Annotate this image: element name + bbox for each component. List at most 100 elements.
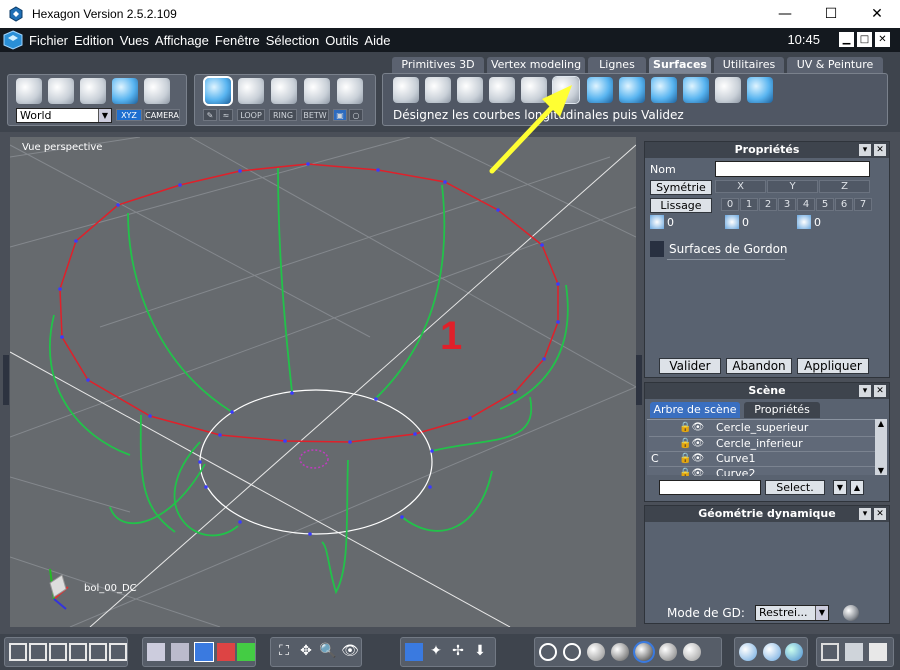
lissage-6[interactable]: 6 <box>835 198 853 211</box>
layout-quad-icon[interactable] <box>109 643 127 661</box>
scroll-down-icon[interactable]: ▼ <box>875 466 887 475</box>
xyz-toggle-button[interactable]: XYZ <box>116 109 142 121</box>
app-close-button[interactable]: ✕ <box>875 32 890 47</box>
panel-collapse-button[interactable]: ▾ <box>859 508 871 520</box>
abandon-button[interactable]: Abandon <box>726 358 792 374</box>
pan-icon[interactable]: ✥ <box>297 643 315 661</box>
rect-select-icon[interactable]: ▣ <box>333 109 347 121</box>
grid-color-icon[interactable] <box>194 642 214 662</box>
gd-status-icon[interactable] <box>843 605 859 621</box>
select-button[interactable]: Select. <box>765 480 825 495</box>
longitudinal-curves[interactable] <box>49 167 569 595</box>
solid-display-icon[interactable] <box>845 643 863 661</box>
coordinate-system-select[interactable]: World ▼ <box>16 108 112 123</box>
flat-shading-icon[interactable] <box>611 643 629 661</box>
view-eye-icon[interactable]: 👁 <box>341 643 359 661</box>
smooth-tool-icon[interactable] <box>747 77 773 103</box>
panel-close-button[interactable]: ✕ <box>874 144 886 156</box>
tab-arbre-de-scene[interactable]: Arbre de scène <box>650 402 740 418</box>
lock-eye-icon[interactable]: 🔒👁 <box>679 453 704 464</box>
window-maximize-button[interactable]: ☐ <box>808 0 854 28</box>
auto-select-icon[interactable] <box>337 78 363 104</box>
window-close-button[interactable]: ✕ <box>854 0 900 28</box>
symetrie-x-cell[interactable]: X <box>715 180 766 193</box>
smooth-shading-icon[interactable] <box>587 643 605 661</box>
tab-vertex-modeling[interactable]: Vertex modeling <box>487 57 585 73</box>
select-next-icon[interactable]: ▼ <box>833 480 847 495</box>
grid-green-icon[interactable] <box>237 643 255 661</box>
valider-button[interactable]: Valider <box>659 358 721 374</box>
nom-input[interactable] <box>715 161 870 177</box>
ring-select-button[interactable]: RING <box>269 109 297 121</box>
viewport-canvas[interactable]: 1 <box>10 137 636 627</box>
list-item[interactable]: 🔒👁 Cercle_inferieur <box>649 436 877 451</box>
app-minimize-button[interactable]: ▁ <box>839 32 854 47</box>
panel-collapse-button[interactable]: ▾ <box>859 385 871 397</box>
tab-uv-peinture[interactable]: UV & Peinture <box>787 57 883 73</box>
paint-select-icon[interactable]: ✎ <box>203 109 217 121</box>
soft-selection-icon[interactable] <box>144 78 170 104</box>
wireframe-shading-icon[interactable] <box>539 643 557 661</box>
menu-outils[interactable]: Outils <box>325 33 358 48</box>
loop-select-button[interactable]: LOOP <box>237 109 265 121</box>
lissage-button[interactable]: Lissage <box>650 198 712 213</box>
window-minimize-button[interactable]: — <box>762 0 808 28</box>
textured-shading-icon[interactable] <box>633 641 655 663</box>
menu-affichage[interactable]: Affichage <box>155 33 209 48</box>
down-arrow-icon[interactable]: ⬇ <box>471 643 489 661</box>
move-tool-icon[interactable] <box>16 78 42 104</box>
layout-split-icon[interactable] <box>29 643 47 661</box>
face-select-icon[interactable] <box>238 78 264 104</box>
stack-tool-icon[interactable] <box>683 77 709 103</box>
menu-selection[interactable]: Sélection <box>266 33 319 48</box>
app-restore-button[interactable]: □ <box>857 32 872 47</box>
tab-utilitaires[interactable]: Utilitaires <box>714 57 784 73</box>
material-icon[interactable] <box>739 643 757 661</box>
scene-scrollbar[interactable]: ▲ ▼ <box>875 419 887 475</box>
perspective-viewport[interactable]: 1 Vue perspective bol_00_DC <box>10 137 636 627</box>
lock-eye-icon[interactable]: 🔒👁 <box>679 422 704 433</box>
object-select-icon[interactable] <box>203 76 233 106</box>
scale-tool-icon[interactable] <box>80 78 106 104</box>
lissage-3[interactable]: 3 <box>778 198 796 211</box>
hidden-line-shading-icon[interactable] <box>563 643 581 661</box>
symetrie-button[interactable]: Symétrie <box>650 180 712 195</box>
rotate-tool-icon[interactable] <box>48 78 74 104</box>
camera-toggle-button[interactable]: CAMERA <box>144 109 180 121</box>
environment-icon[interactable] <box>785 643 803 661</box>
layout-single-icon[interactable] <box>9 643 27 661</box>
lock-eye-icon[interactable]: 🔒👁 <box>679 438 704 449</box>
edge-select-icon[interactable] <box>271 78 297 104</box>
panel-collapse-button[interactable]: ▾ <box>859 144 871 156</box>
symetrie-z-cell[interactable]: Z <box>819 180 870 193</box>
layout-three-icon[interactable] <box>69 643 87 661</box>
tab-lignes[interactable]: Lignes <box>588 57 646 73</box>
hexagon-logo-icon[interactable] <box>2 30 24 50</box>
lissage-1[interactable]: 1 <box>740 198 758 211</box>
render-shading-icon[interactable] <box>683 643 701 661</box>
revolution-surface-icon[interactable] <box>393 77 419 103</box>
cercle-superieur-curve[interactable] <box>59 163 559 443</box>
menu-aide[interactable]: Aide <box>364 33 390 48</box>
list-item[interactable]: C 🔒👁 Curve1 <box>649 451 877 466</box>
universal-manipulator-icon[interactable] <box>112 78 138 104</box>
lissage-0[interactable]: 0 <box>721 198 739 211</box>
select-prev-icon[interactable]: ▲ <box>850 480 864 495</box>
layout-split-vertical-icon[interactable] <box>49 643 67 661</box>
between-select-button[interactable]: BETW <box>301 109 329 121</box>
thickness-tool-icon[interactable] <box>619 77 645 103</box>
appliquer-button[interactable]: Appliquer <box>797 358 869 374</box>
lit-shading-icon[interactable] <box>659 643 677 661</box>
mode-gd-select[interactable]: Restrei... ▼ <box>755 605 829 621</box>
tab-surfaces[interactable]: Surfaces <box>649 57 711 73</box>
lock-eye-icon[interactable]: 🔒👁 <box>679 468 704 476</box>
panel-close-button[interactable]: ✕ <box>874 385 886 397</box>
right-panel-toggle[interactable] <box>636 355 642 405</box>
zoom-icon[interactable]: 🔍 <box>319 643 337 661</box>
menu-fichier[interactable]: Fichier <box>29 33 68 48</box>
rotate-icon[interactable]: ✢ <box>449 643 467 661</box>
vertex-select-icon[interactable] <box>304 78 330 104</box>
move-icon[interactable]: ✦ <box>427 643 445 661</box>
layout-four-icon[interactable] <box>89 643 107 661</box>
menu-fenetre[interactable]: Fenêtre <box>215 33 260 48</box>
